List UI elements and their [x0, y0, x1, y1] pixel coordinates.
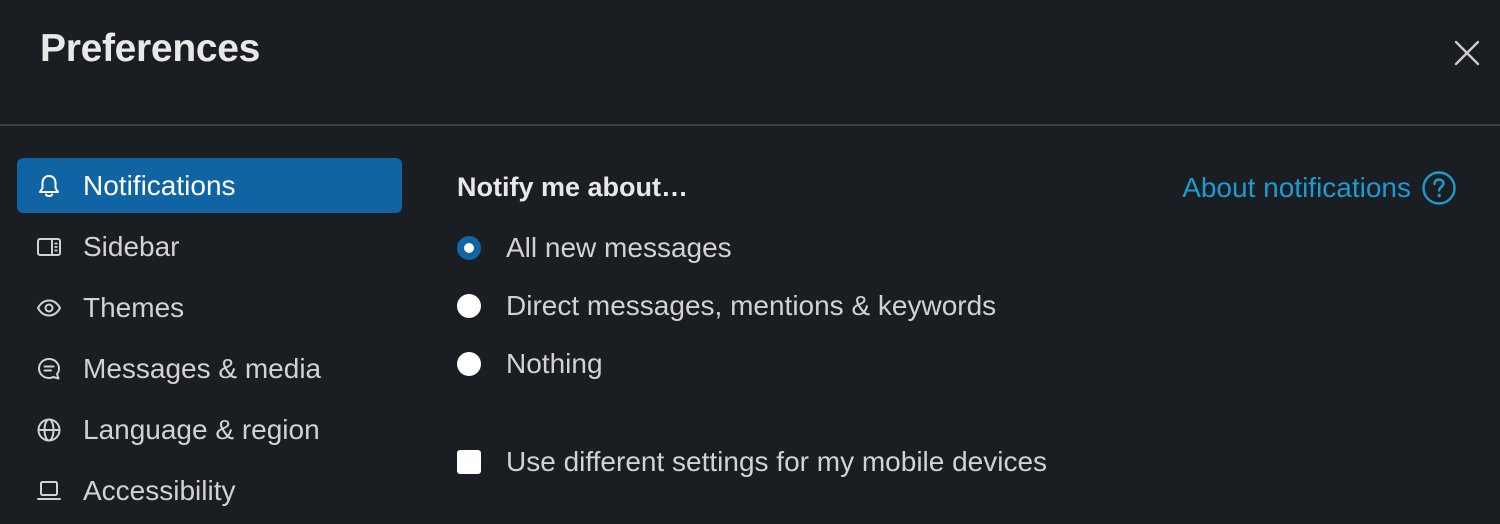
laptop-icon [35, 477, 63, 505]
about-notifications-link[interactable]: About notifications [1182, 170, 1457, 206]
sidebar-item-label: Notifications [83, 169, 236, 201]
sidebar-item-label: Accessibility [83, 474, 236, 506]
radio-nothing[interactable]: Nothing [457, 348, 603, 380]
eye-icon [35, 294, 63, 322]
dialog-title: Preferences [40, 27, 261, 70]
radio-all-new-messages[interactable]: All new messages [457, 232, 732, 264]
sidebar-item-label: Messages & media [83, 352, 322, 384]
about-notifications-label: About notifications [1182, 172, 1411, 203]
mobile-settings-checkbox-row[interactable]: Use different settings for my mobile dev… [457, 446, 1047, 478]
message-bubble-icon [35, 355, 63, 383]
checkbox-label: Use different settings for my mobile dev… [506, 446, 1048, 477]
radio-label: All new messages [506, 232, 732, 263]
radio-button[interactable] [457, 352, 481, 376]
sidebar-item-themes[interactable]: Themes [17, 280, 402, 335]
globe-icon [35, 416, 63, 444]
sidebar-item-label: Themes [83, 291, 185, 323]
sidebar-item-notifications[interactable]: Notifications [17, 158, 402, 213]
sidebar-item-accessibility[interactable]: Accessibility [17, 463, 402, 518]
sidebar-item-sidebar[interactable]: Sidebar [17, 219, 402, 274]
radio-label: Nothing [506, 348, 603, 379]
mobile-settings-checkbox[interactable] [457, 450, 481, 474]
dialog-header: Preferences [0, 0, 1500, 126]
sidebar-panel-icon [35, 233, 63, 261]
bell-icon [35, 172, 63, 200]
close-icon [1454, 40, 1480, 66]
radio-direct-messages-mentions-keywords[interactable]: Direct messages, mentions & keywords [457, 290, 996, 322]
sidebar-item-language-region[interactable]: Language & region [17, 402, 402, 457]
help-circle-icon [1422, 171, 1456, 205]
close-button[interactable] [1448, 34, 1486, 72]
section-title: Notify me about… [457, 172, 689, 202]
sidebar-item-label: Language & region [83, 413, 320, 445]
radio-label: Direct messages, mentions & keywords [506, 290, 997, 321]
sidebar-item-label: Sidebar [83, 230, 180, 262]
radio-button-selected[interactable] [457, 236, 481, 260]
preferences-sidebar: Notifications Sidebar Themes Messages & … [17, 158, 402, 524]
radio-button[interactable] [457, 294, 481, 318]
sidebar-item-messages-media[interactable]: Messages & media [17, 341, 402, 396]
